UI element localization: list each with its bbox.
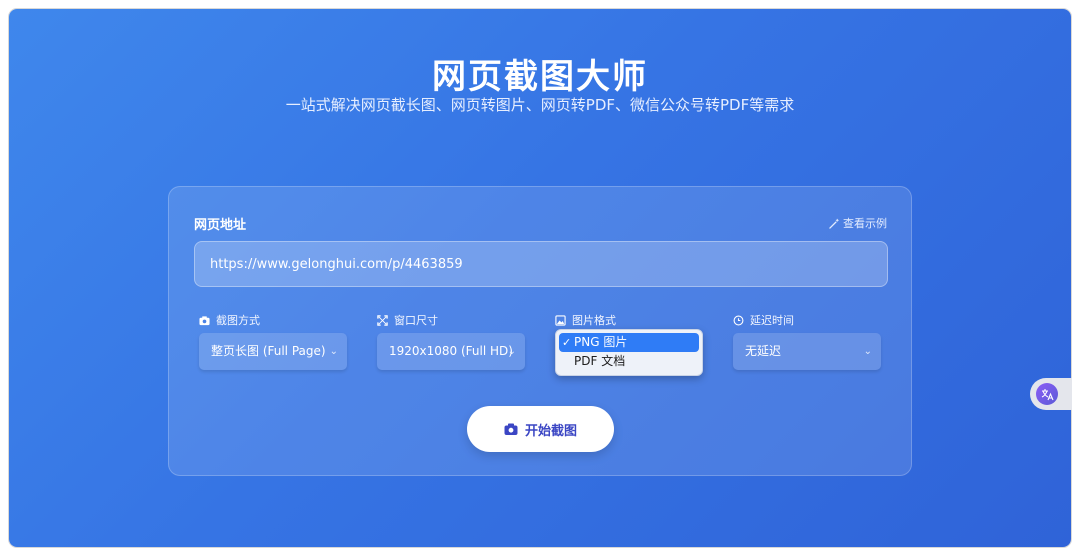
window-size-label-text: 窗口尺寸 bbox=[394, 314, 438, 327]
window-size-select-value: 1920x1080 (Full HD) bbox=[389, 344, 513, 358]
translate-icon bbox=[1036, 383, 1058, 405]
start-screenshot-button[interactable]: 开始截图 bbox=[467, 406, 614, 452]
screenshot-form-card: 网页地址 查看示例 截图方式 整页长图 (Full Page) ⌄ bbox=[168, 186, 912, 476]
view-example-label: 查看示例 bbox=[843, 217, 887, 230]
chevron-down-icon: ⌄ bbox=[507, 346, 516, 357]
expand-icon bbox=[377, 314, 388, 326]
checkmark-icon: ✓ bbox=[562, 336, 572, 349]
camera-icon bbox=[199, 315, 210, 325]
window-size-select[interactable]: 1920x1080 (Full HD) ⌄ bbox=[377, 333, 525, 370]
delay-select-value: 无延迟 bbox=[745, 344, 782, 358]
mode-label-text: 截图方式 bbox=[216, 314, 260, 327]
app-window: 网页截图大师 一站式解决网页截长图、网页转图片、网页转PDF、微信公众号转PDF… bbox=[9, 9, 1071, 547]
mode-select-value: 整页长图 (Full Page) bbox=[211, 344, 326, 358]
start-screenshot-label: 开始截图 bbox=[524, 423, 577, 439]
delay-label: 延迟时间 bbox=[733, 312, 794, 328]
delay-select[interactable]: 无延迟 ⌄ bbox=[733, 333, 881, 370]
format-label-text: 图片格式 bbox=[572, 314, 616, 327]
format-option-pdf[interactable]: PDF 文档 bbox=[559, 352, 699, 371]
url-input[interactable] bbox=[194, 241, 888, 287]
mode-label: 截图方式 bbox=[199, 312, 260, 328]
format-option-pdf-label: PDF 文档 bbox=[574, 354, 626, 368]
format-option-png[interactable]: ✓ PNG 图片 bbox=[559, 333, 699, 352]
url-label: 网页地址 bbox=[194, 218, 247, 233]
window-size-label: 窗口尺寸 bbox=[377, 312, 438, 328]
delay-label-text: 延迟时间 bbox=[750, 314, 794, 327]
format-label: 图片格式 bbox=[555, 312, 616, 328]
chevron-down-icon: ⌄ bbox=[329, 346, 338, 357]
format-option-png-label: PNG 图片 bbox=[574, 335, 628, 349]
view-example-link[interactable]: 查看示例 bbox=[829, 215, 887, 231]
translate-fab[interactable] bbox=[1030, 378, 1072, 410]
chevron-down-icon: ⌄ bbox=[863, 346, 872, 357]
format-dropdown[interactable]: ✓ PNG 图片 PDF 文档 bbox=[555, 329, 703, 376]
clock-icon bbox=[733, 315, 744, 325]
magic-wand-icon bbox=[829, 218, 839, 229]
page-title: 网页截图大师 bbox=[432, 57, 648, 97]
image-icon bbox=[555, 314, 566, 326]
page-subtitle: 一站式解决网页截长图、网页转图片、网页转PDF、微信公众号转PDF等需求 bbox=[285, 96, 795, 114]
camera-icon bbox=[504, 423, 518, 435]
mode-select[interactable]: 整页长图 (Full Page) ⌄ bbox=[199, 333, 347, 370]
